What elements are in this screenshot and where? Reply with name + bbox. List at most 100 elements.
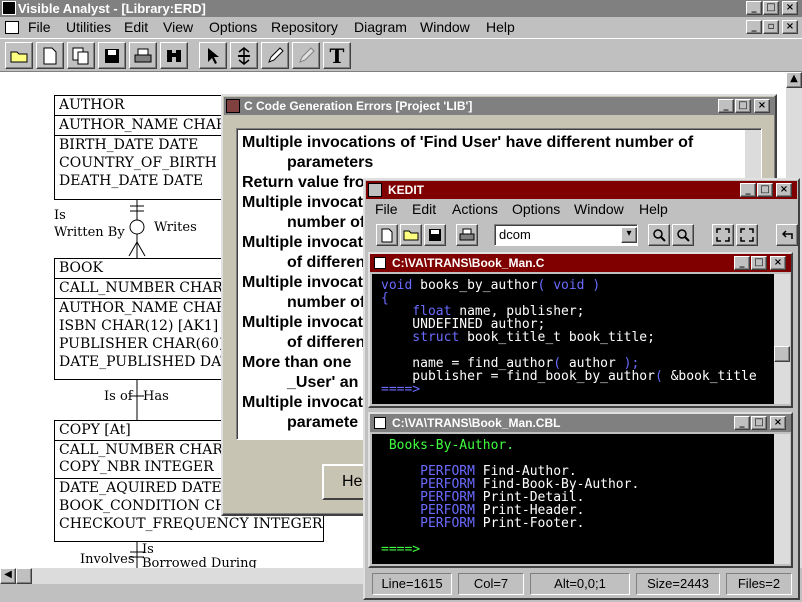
- combo-dropdown-button[interactable]: ▾: [621, 227, 637, 243]
- entity-book[interactable]: BOOK CALL_NUMBER CHAR AUTHOR_NAME CHAR I…: [54, 258, 224, 380]
- c-code-area[interactable]: void books_by_author( void ){ float name…: [372, 274, 774, 404]
- kedit-menu-window[interactable]: Window: [574, 201, 624, 217]
- close-button[interactable]: ×: [782, 1, 798, 15]
- code-line[interactable]: struct book_title_t book_title;: [381, 331, 774, 344]
- c-file-close-button[interactable]: ×: [770, 256, 786, 270]
- code-line[interactable]: [381, 530, 774, 543]
- entity-author[interactable]: AUTHOR AUTHOR_NAME CHAR BIRTH_DATE DATE …: [54, 95, 224, 200]
- doc-close-button[interactable]: ×: [782, 20, 798, 34]
- errors-maximize-button[interactable]: □: [735, 99, 751, 113]
- code-line[interactable]: publisher = find_book_by_author( &book_t…: [381, 370, 774, 383]
- kedit-command-combo[interactable]: dcom ▾: [494, 224, 638, 246]
- error-line[interactable]: Multiple invocat: [242, 394, 363, 412]
- error-line[interactable]: More than one: [242, 354, 351, 372]
- new-file-icon[interactable]: [36, 42, 64, 69]
- line-icon[interactable]: [292, 42, 320, 69]
- c-file-icon: [374, 257, 386, 269]
- code-token: publisher = find_book_by_author: [381, 369, 655, 384]
- cbl-code-area[interactable]: Books-By-Author. PERFORM Find-Author. PE…: [372, 434, 774, 564]
- pencil-icon[interactable]: [261, 42, 289, 69]
- menu-help[interactable]: Help: [486, 19, 515, 35]
- save-icon[interactable]: [98, 42, 126, 69]
- menu-repository[interactable]: Repository: [271, 19, 338, 35]
- error-line[interactable]: parameters: [287, 154, 373, 172]
- error-line[interactable]: Return value fro: [242, 174, 365, 192]
- copy-icon[interactable]: [67, 42, 95, 69]
- doc-icon[interactable]: [5, 21, 19, 34]
- c-file-title-bar[interactable]: C:\VA\TRANS\Book_Man.C _ □ ×: [370, 254, 791, 272]
- open-folder-icon[interactable]: [5, 42, 33, 69]
- kedit-collapse-icon[interactable]: [736, 224, 758, 246]
- c-scrollbar[interactable]: [774, 274, 790, 404]
- error-line[interactable]: Multiple invocat: [242, 274, 363, 292]
- errors-close-button[interactable]: ×: [754, 99, 770, 113]
- error-line[interactable]: Multiple invocat: [242, 194, 363, 212]
- code-line[interactable]: void books_by_author( void ): [381, 279, 774, 292]
- print-icon[interactable]: [129, 42, 157, 69]
- kedit-search-icon[interactable]: [672, 224, 694, 246]
- kedit-minimize-button[interactable]: _: [740, 183, 756, 197]
- code-line[interactable]: ====>: [381, 383, 774, 396]
- scroll-left-button[interactable]: ◀: [0, 568, 16, 584]
- kedit-print-icon[interactable]: [456, 224, 478, 246]
- cbl-file-close-button[interactable]: ×: [770, 416, 786, 430]
- resize-icon[interactable]: [230, 42, 258, 69]
- scroll-up-button[interactable]: ▲: [786, 72, 802, 88]
- error-line[interactable]: Multiple invocat: [242, 234, 363, 252]
- pointer-icon[interactable]: [199, 42, 227, 69]
- code-line[interactable]: Books-By-Author.: [381, 439, 774, 452]
- code-line[interactable]: ====>: [381, 543, 774, 556]
- text-tool-icon[interactable]: T: [323, 42, 351, 69]
- status-size: Size=2443: [636, 573, 720, 595]
- kedit-new-icon[interactable]: [376, 224, 398, 246]
- error-line[interactable]: of differen: [287, 254, 365, 272]
- horizontal-scrollbar[interactable]: ◀: [0, 568, 370, 584]
- kedit-menu-options[interactable]: Options: [512, 201, 560, 217]
- main-title-bar[interactable]: Visible Analyst - [Library:ERD] _ □ ×: [0, 0, 802, 17]
- maximize-button[interactable]: □: [763, 1, 779, 15]
- kedit-close-button[interactable]: ×: [776, 183, 792, 197]
- menu-window[interactable]: Window: [420, 19, 470, 35]
- error-line[interactable]: paramete: [287, 414, 358, 432]
- kedit-maximize-button[interactable]: □: [757, 183, 773, 197]
- menu-options[interactable]: Options: [209, 19, 257, 35]
- c-scroll-thumb[interactable]: [774, 346, 790, 362]
- code-token: ====>: [381, 542, 421, 557]
- menu-edit[interactable]: Edit: [124, 19, 148, 35]
- minimize-button[interactable]: _: [746, 1, 762, 15]
- binoculars-icon[interactable]: [160, 42, 188, 69]
- kedit-menu-actions[interactable]: Actions: [452, 201, 498, 217]
- kedit-menu-file[interactable]: File: [375, 201, 398, 217]
- error-line[interactable]: Multiple invocat: [242, 314, 363, 332]
- error-line[interactable]: number of: [287, 214, 365, 232]
- kedit-open-icon[interactable]: [400, 224, 422, 246]
- kedit-menu-help[interactable]: Help: [639, 201, 668, 217]
- errors-minimize-button[interactable]: _: [718, 99, 734, 113]
- cbl-file-maximize-button[interactable]: □: [751, 416, 767, 430]
- error-line[interactable]: of differen: [287, 334, 365, 352]
- cbl-scrollbar[interactable]: [774, 434, 790, 564]
- code-line[interactable]: PERFORM Print-Footer.: [381, 517, 774, 530]
- kedit-menu-edit[interactable]: Edit: [412, 201, 436, 217]
- doc-minimize-button[interactable]: _: [746, 20, 762, 34]
- c-file-maximize-button[interactable]: □: [751, 256, 767, 270]
- kedit-undo-icon[interactable]: [776, 224, 798, 246]
- kedit-expand-icon[interactable]: [712, 224, 734, 246]
- kedit-find-icon[interactable]: [648, 224, 670, 246]
- cbl-file-title-bar[interactable]: C:\VA\TRANS\Book_Man.CBL _ □ ×: [370, 414, 791, 432]
- kedit-title-bar[interactable]: KEDIT _ □ ×: [366, 181, 797, 199]
- scroll-thumb[interactable]: [16, 568, 32, 584]
- error-line[interactable]: Multiple invocations of 'Find User' have…: [242, 134, 693, 152]
- error-line[interactable]: _User' an: [287, 374, 358, 392]
- doc-restore-button[interactable]: ▫: [763, 20, 779, 34]
- errors-title-bar[interactable]: C Code Generation Errors [Project 'LIB']…: [224, 97, 774, 115]
- menu-utilities[interactable]: Utilities: [66, 19, 111, 35]
- menu-file[interactable]: File: [28, 19, 51, 35]
- c-file-minimize-button[interactable]: _: [734, 256, 750, 270]
- error-line[interactable]: number of: [287, 294, 365, 312]
- cbl-file-minimize-button[interactable]: _: [734, 416, 750, 430]
- menu-diagram[interactable]: Diagram: [354, 19, 407, 35]
- code-token: &book_title: [670, 369, 757, 384]
- menu-view[interactable]: View: [163, 19, 193, 35]
- kedit-save-icon[interactable]: [424, 224, 446, 246]
